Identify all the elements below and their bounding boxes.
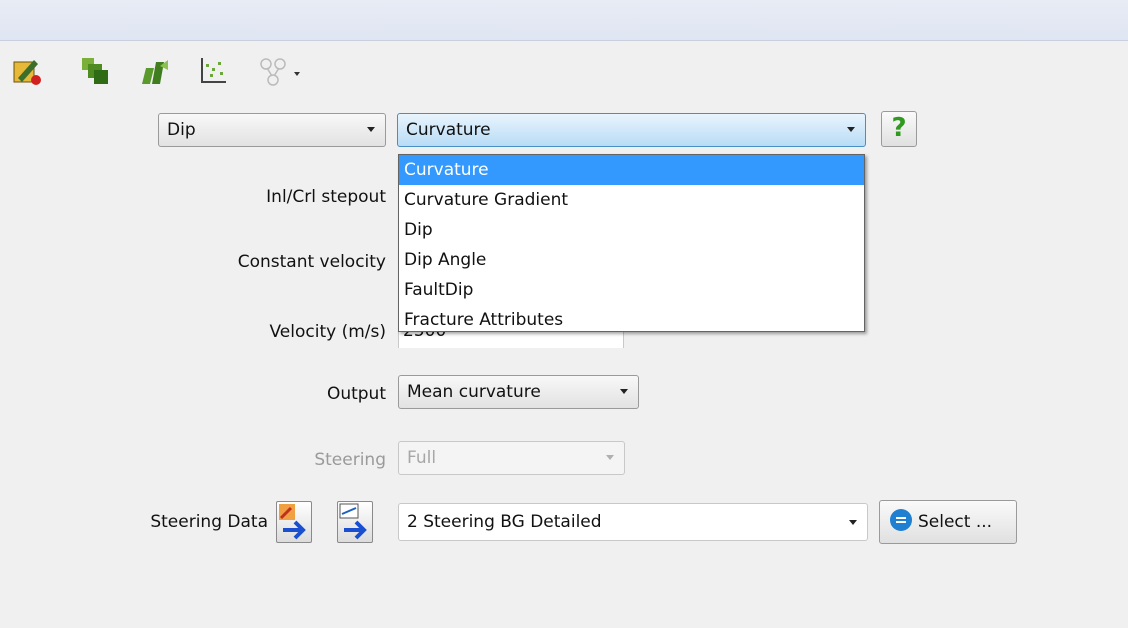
chevron-down-icon [367, 127, 375, 132]
toolbar [0, 44, 1128, 104]
crossplot-icon[interactable] [198, 56, 228, 86]
velocity-label: Velocity (m/s) [269, 322, 386, 342]
dropdown-option[interactable]: Curvature Gradient [399, 185, 864, 215]
dropdown-option[interactable]: Fracture Attributes [399, 305, 864, 335]
tree-dropdown-icon[interactable] [258, 56, 302, 86]
steering-data-label: Steering Data [150, 512, 268, 532]
chevron-down-icon [847, 127, 855, 132]
attribute-group-value: Dip [167, 120, 196, 140]
steering-data-value: 2 Steering BG Detailed [407, 512, 602, 532]
output-select[interactable]: Mean curvature [398, 375, 639, 409]
steering-data-select[interactable]: 2 Steering BG Detailed [398, 503, 868, 541]
steering-value: Full [407, 448, 437, 468]
select-button[interactable]: Select ... [879, 500, 1017, 544]
help-icon: ? [891, 113, 907, 143]
dropdown-option[interactable]: Curvature [399, 155, 864, 185]
import-icon [279, 504, 306, 540]
window-titlebar [0, 0, 1128, 41]
help-button[interactable]: ? [881, 111, 917, 147]
chevron-down-icon [620, 389, 628, 394]
stepout-label: Inl/Crl stepout [266, 187, 386, 207]
dropdown-option[interactable]: FaultDip [399, 275, 864, 305]
select-button-label: Select ... [918, 512, 993, 532]
chevron-down-icon [606, 455, 614, 460]
import-steering-button[interactable] [276, 501, 312, 543]
output-label: Output [326, 384, 386, 404]
attribute-set-icon[interactable] [12, 56, 42, 86]
attribute-group-select[interactable]: Dip [158, 113, 386, 147]
attribute-type-value: Curvature [406, 120, 491, 140]
multi-volume-icon[interactable] [140, 56, 170, 86]
attribute-type-dropdown: Curvature Curvature Gradient Dip Dip Ang… [398, 154, 865, 332]
dropdown-option[interactable]: Dip [399, 215, 864, 245]
constant-velocity-label: Constant velocity [237, 252, 386, 272]
attribute-type-select[interactable]: Curvature [397, 113, 866, 147]
volume-icon[interactable] [80, 56, 110, 86]
sec-steering-button[interactable] [337, 501, 373, 543]
steering-label: Steering [314, 450, 386, 470]
output-value: Mean curvature [407, 382, 541, 402]
steering-select: Full [398, 441, 625, 475]
list-icon [890, 509, 912, 531]
dropdown-option[interactable]: Dip Angle [399, 245, 864, 275]
sec-import-icon [339, 503, 367, 540]
chevron-down-icon [849, 520, 857, 525]
